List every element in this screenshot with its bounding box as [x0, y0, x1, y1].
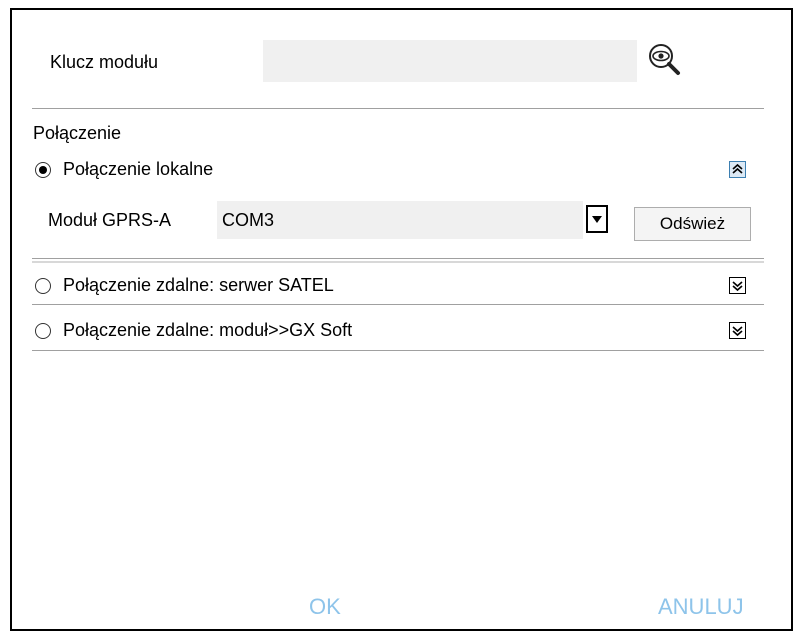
radio-unselected-icon [35, 278, 51, 294]
ok-button[interactable]: OK [309, 594, 341, 620]
com-port-value: COM3 [222, 210, 275, 230]
expand-icon[interactable] [729, 277, 746, 294]
dropdown-arrow-icon[interactable] [586, 205, 608, 233]
radio-label: Połączenie zdalne: moduł>>GX Soft [63, 320, 353, 340]
com-port-select[interactable]: COM3 [217, 201, 583, 239]
radio-label: Połączenie zdalne: serwer SATEL [63, 275, 334, 295]
separator [32, 350, 764, 351]
radio-selected-icon [35, 162, 51, 178]
gprs-module-label: Moduł GPRS-A [48, 210, 172, 230]
collapse-icon[interactable] [729, 161, 746, 178]
expand-icon[interactable] [729, 322, 746, 339]
separator [32, 304, 764, 305]
separator [32, 258, 764, 259]
connection-section-title: Połączenie [33, 123, 122, 143]
show-key-icon[interactable] [645, 40, 685, 82]
radio-remote-gx-soft[interactable]: Połączenie zdalne: moduł>>GX Soft [33, 319, 723, 343]
cancel-button[interactable]: ANULUJ [658, 594, 744, 620]
module-key-input[interactable] [263, 40, 637, 82]
radio-local-connection[interactable]: Połączenie lokalne [33, 158, 765, 182]
separator [32, 108, 764, 109]
radio-unselected-icon [35, 323, 51, 339]
radio-remote-satel-server[interactable]: Połączenie zdalne: serwer SATEL [33, 274, 723, 298]
radio-label: Połączenie lokalne [63, 159, 214, 179]
connection-dialog: Klucz modułu Połączenie Połączenie lokal… [10, 8, 793, 631]
refresh-button[interactable]: Odśwież [634, 207, 751, 241]
separator [32, 261, 764, 263]
module-key-label: Klucz modułu [50, 52, 159, 72]
